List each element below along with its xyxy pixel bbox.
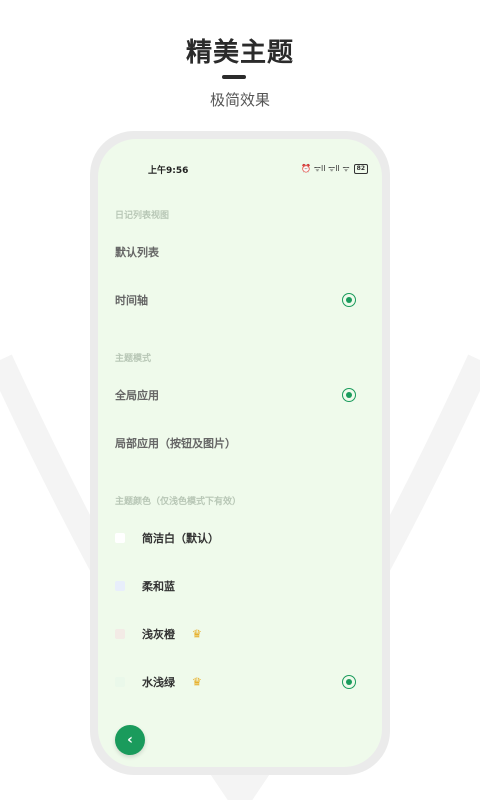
option-label: 全局应用 <box>115 389 159 402</box>
option-label: 默认列表 <box>115 246 159 259</box>
status-time: 上午9:56 <box>148 166 189 176</box>
color-label: 水浅绿 <box>142 676 175 689</box>
status-bar: 上午9:56 ⏰ ᯤll ᯤll ᯤ 82 <box>98 163 382 177</box>
crown-icon: ♛ <box>192 675 202 689</box>
phone-frame: 上午9:56 ⏰ ᯤll ᯤll ᯤ 82 日记列表视图 默认列表 时间轴 主题… <box>90 131 390 775</box>
phone-screen: 上午9:56 ⏰ ᯤll ᯤll ᯤ 82 日记列表视图 默认列表 时间轴 主题… <box>98 139 382 767</box>
radio-selected-icon[interactable] <box>342 675 356 689</box>
hero-title: 精美主题 <box>185 38 294 68</box>
hero-subtitle: 极简效果 <box>209 91 270 109</box>
battery-icon: 82 <box>353 163 368 174</box>
section-label-theme-color: 主题颜色（仅浅色模式下有效） <box>115 497 242 507</box>
signal-wifi-icon: ⏰ ᯤll ᯤll ᯤ <box>301 164 350 173</box>
section-label-diary-list: 日记列表视图 <box>115 211 170 221</box>
radio-selected-icon[interactable] <box>342 293 356 307</box>
back-button[interactable]: ‹ <box>115 725 145 755</box>
radio-selected-icon[interactable] <box>342 388 356 402</box>
option-timeline[interactable]: 时间轴 <box>98 276 382 324</box>
color-option-blue[interactable]: 柔和蓝 <box>98 562 382 610</box>
option-label: 时间轴 <box>115 294 148 307</box>
color-swatch <box>115 581 125 591</box>
color-swatch <box>115 677 125 687</box>
hero-divider <box>222 75 246 79</box>
color-label: 浅灰橙 <box>142 628 175 641</box>
color-swatch <box>115 629 125 639</box>
status-icons: ⏰ ᯤll ᯤll ᯤ 82 <box>301 163 368 174</box>
color-label: 柔和蓝 <box>142 580 175 593</box>
option-default-list[interactable]: 默认列表 <box>98 228 382 276</box>
chevron-left-icon: ‹ <box>127 732 133 748</box>
section-label-theme-mode: 主题模式 <box>115 354 152 364</box>
color-swatch <box>115 533 125 543</box>
color-option-orange[interactable]: 浅灰橙 ♛ <box>98 610 382 658</box>
color-option-white[interactable]: 简洁白（默认） <box>98 514 382 562</box>
option-label: 局部应用（按钮及图片） <box>115 437 236 450</box>
option-global-apply[interactable]: 全局应用 <box>98 371 382 419</box>
crown-icon: ♛ <box>192 627 202 641</box>
color-option-green[interactable]: 水浅绿 ♛ <box>98 658 382 706</box>
color-label: 简洁白（默认） <box>142 532 219 545</box>
option-partial-apply[interactable]: 局部应用（按钮及图片） <box>98 419 382 467</box>
